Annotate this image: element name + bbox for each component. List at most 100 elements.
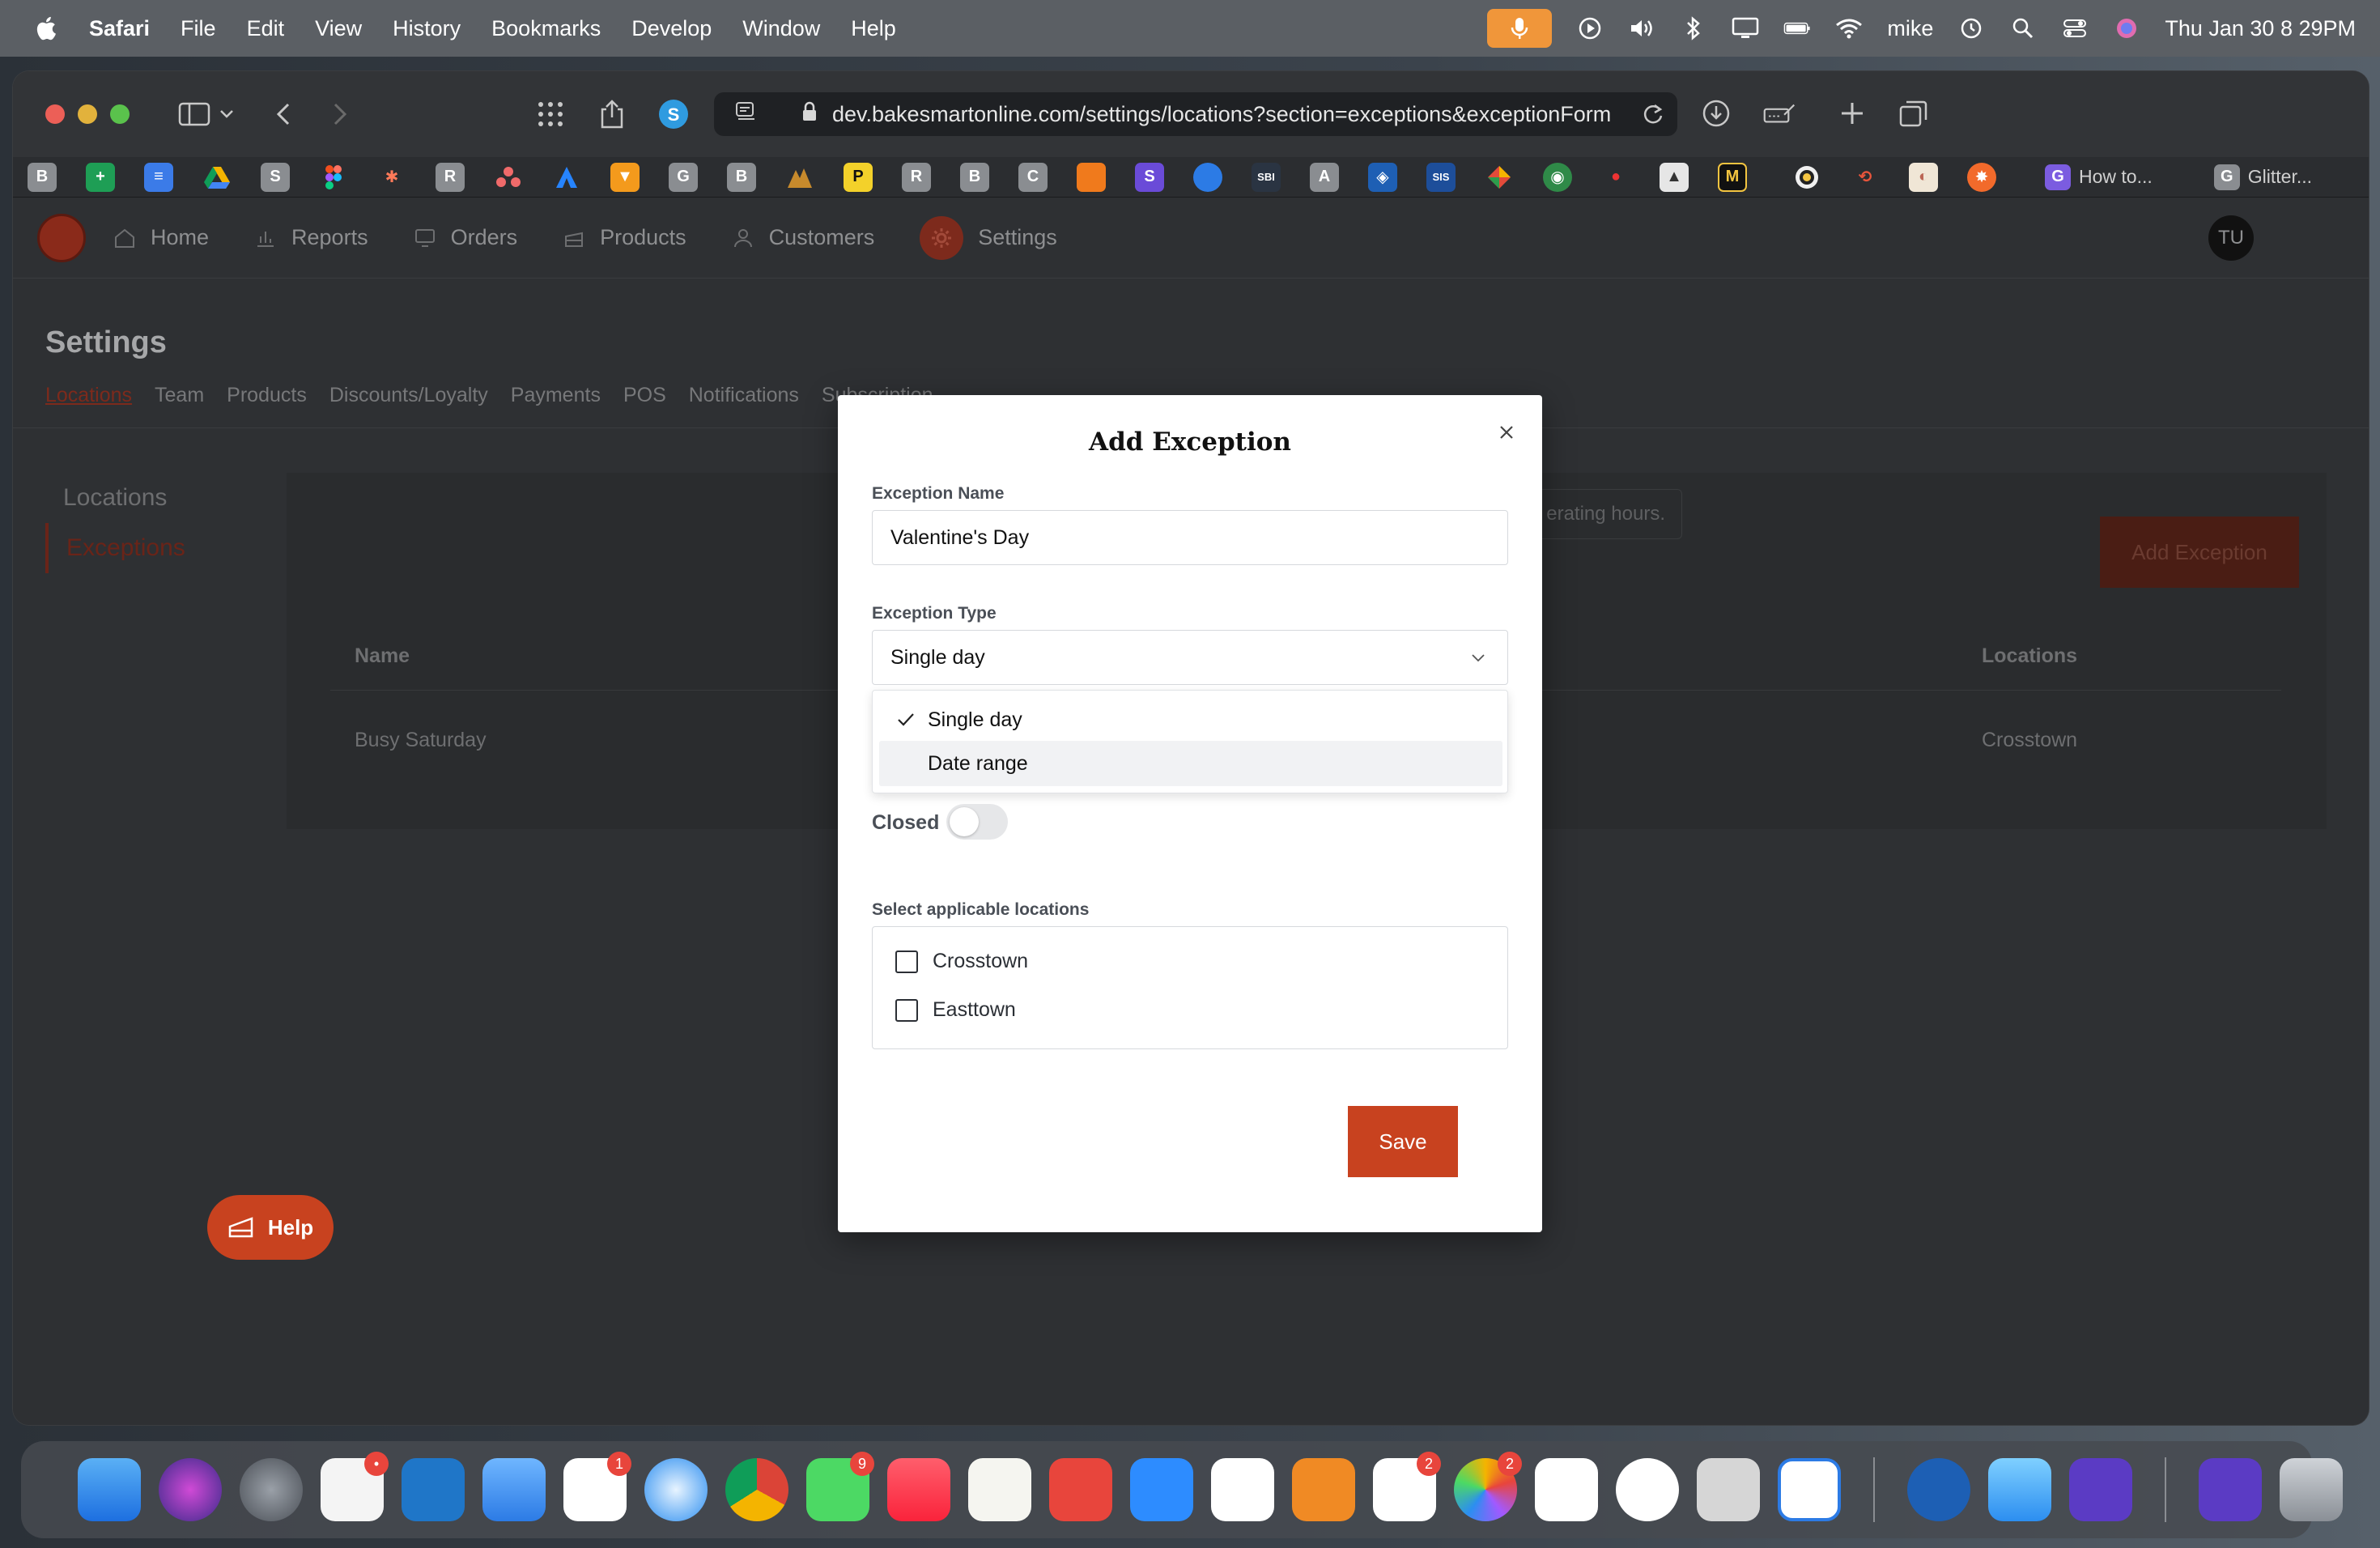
- bookmark-s2-icon[interactable]: S: [1135, 162, 1164, 192]
- bookmark-g-icon[interactable]: G: [669, 162, 698, 192]
- spotlight-search-icon[interactable]: [2009, 16, 2037, 40]
- downloads-icon[interactable]: [1700, 97, 1732, 130]
- wifi-icon[interactable]: [1835, 16, 1863, 40]
- zoom-icon[interactable]: [1130, 1458, 1193, 1521]
- closed-toggle[interactable]: [946, 804, 1008, 840]
- bookmark-target-icon[interactable]: [1792, 163, 1821, 192]
- bookmark-sbi-icon[interactable]: SBI: [1252, 162, 1281, 192]
- tab-notifications[interactable]: Notifications: [689, 384, 799, 407]
- exception-type-select[interactable]: Single day: [872, 630, 1508, 685]
- anydesk-icon[interactable]: [1049, 1458, 1112, 1521]
- bookmark-r2-icon[interactable]: R: [902, 162, 931, 192]
- address-bar[interactable]: dev.bakesmartonline.com/settings/locatio…: [714, 92, 1677, 136]
- siri-icon[interactable]: [2113, 16, 2140, 40]
- bookmark-r-icon[interactable]: R: [436, 162, 465, 192]
- bookmark-tab-glitter[interactable]: G Glitter...: [2213, 164, 2312, 190]
- bookmark-blue-circle-icon[interactable]: [1193, 162, 1222, 192]
- messages-icon[interactable]: 9: [806, 1452, 874, 1521]
- volume-icon[interactable]: [1628, 16, 1655, 40]
- bookmark-tab-how-to[interactable]: G How to...: [2045, 164, 2153, 190]
- help-button[interactable]: Help: [207, 1195, 334, 1260]
- tab-pos[interactable]: POS: [623, 384, 666, 407]
- bookmark-b-icon[interactable]: B: [28, 162, 57, 192]
- bookmark-a-icon[interactable]: A: [1310, 162, 1339, 192]
- bookmark-hubspot-icon[interactable]: ✱: [377, 163, 406, 192]
- exception-name-input[interactable]: Valentine's Day: [872, 510, 1508, 565]
- reload-icon[interactable]: [1642, 103, 1664, 131]
- user-name[interactable]: mike: [1887, 16, 1933, 41]
- system-settings-icon[interactable]: [240, 1458, 303, 1521]
- avatar[interactable]: TU: [2208, 215, 2254, 261]
- menu-help[interactable]: Help: [851, 16, 896, 41]
- url-text[interactable]: dev.bakesmartonline.com/settings/locatio…: [832, 102, 1658, 127]
- linear-icon[interactable]: [1211, 1458, 1274, 1521]
- tab-locations[interactable]: Locations: [45, 384, 132, 407]
- reminders-icon[interactable]: 2: [1373, 1452, 1441, 1521]
- chevron-down-icon[interactable]: [210, 98, 243, 130]
- battery-icon[interactable]: [1783, 16, 1811, 40]
- testflight-icon[interactable]: [1988, 1458, 2051, 1521]
- tab-overview-icon[interactable]: [1898, 97, 1930, 130]
- tab-discounts-loyalty[interactable]: Discounts/Loyalty: [329, 384, 488, 407]
- bookmark-brave-icon[interactable]: ▼: [610, 162, 640, 192]
- back-icon[interactable]: [267, 98, 300, 130]
- mail-icon[interactable]: [482, 1458, 546, 1521]
- option-single-day[interactable]: Single day: [879, 697, 1502, 742]
- share-icon[interactable]: [596, 98, 628, 130]
- calendar-icon[interactable]: 1: [563, 1452, 631, 1521]
- bookmark-apple-red-icon[interactable]: ●: [1601, 163, 1630, 192]
- close-icon[interactable]: [1494, 419, 1519, 445]
- sidebar-item-exceptions[interactable]: Exceptions: [45, 523, 272, 573]
- save-button[interactable]: Save: [1348, 1106, 1458, 1177]
- g-document-icon[interactable]: [2199, 1458, 2262, 1521]
- bookmark-c-icon[interactable]: C: [1018, 162, 1048, 192]
- nav-reports[interactable]: Reports: [254, 225, 368, 250]
- siri-dock-icon[interactable]: [159, 1458, 222, 1521]
- bookmark-doc-icon[interactable]: ▲: [1660, 162, 1689, 192]
- 1password-icon[interactable]: [1907, 1458, 1970, 1521]
- g-app-icon[interactable]: [2069, 1458, 2132, 1521]
- iphone-mirroring-icon[interactable]: [1697, 1458, 1760, 1521]
- time-machine-icon[interactable]: [1957, 16, 1985, 40]
- menu-window[interactable]: Window: [742, 16, 820, 41]
- chrome-icon[interactable]: [725, 1458, 788, 1521]
- safari-icon[interactable]: [644, 1458, 708, 1521]
- bookmark-sheets-icon[interactable]: +: [86, 162, 115, 192]
- bookmark-chase-icon[interactable]: ◈: [1368, 162, 1397, 192]
- add-exception-button[interactable]: Add Exception: [2100, 517, 2299, 588]
- minimize-window-button[interactable]: [78, 104, 97, 124]
- bookmark-atlassian-icon[interactable]: [552, 163, 581, 192]
- bookmark-s-icon[interactable]: S: [261, 162, 290, 192]
- forward-icon[interactable]: [324, 98, 356, 130]
- bookmark-p-icon[interactable]: P: [844, 162, 873, 192]
- location-option-easttown[interactable]: Easttown: [895, 998, 1016, 1022]
- r-app-icon[interactable]: [1778, 1458, 1841, 1521]
- menu-edit[interactable]: Edit: [247, 16, 285, 41]
- menu-file[interactable]: File: [181, 16, 216, 41]
- tab-overview-grid-icon[interactable]: [534, 98, 567, 130]
- tab-team[interactable]: Team: [155, 384, 204, 407]
- menu-view[interactable]: View: [315, 16, 362, 41]
- bookmark-docs-icon[interactable]: ≡: [144, 162, 173, 192]
- bluetooth-icon[interactable]: [1680, 16, 1707, 40]
- menu-bookmarks[interactable]: Bookmarks: [491, 16, 601, 41]
- apple-logo-icon[interactable]: [32, 14, 62, 43]
- markup-icon[interactable]: [1763, 97, 1796, 130]
- play-icon[interactable]: [1576, 16, 1604, 40]
- display-icon[interactable]: [1732, 16, 1759, 40]
- bookmark-sis-icon[interactable]: SIS: [1426, 162, 1456, 192]
- control-center-icon[interactable]: [2061, 16, 2089, 40]
- finder-icon[interactable]: [78, 1458, 141, 1521]
- new-tab-icon[interactable]: [1836, 97, 1868, 130]
- tab-products[interactable]: Products: [227, 384, 307, 407]
- bookmark-m-icon[interactable]: M: [1718, 162, 1747, 192]
- nav-home[interactable]: Home: [113, 225, 209, 250]
- nav-orders[interactable]: Orders: [414, 225, 517, 250]
- bookmark-orange-icon[interactable]: [1077, 162, 1106, 192]
- sidebar-toggle-icon[interactable]: [178, 98, 210, 130]
- bakesmart-logo-icon[interactable]: [37, 213, 86, 262]
- bookmark-craft-icon[interactable]: ◐: [1909, 162, 1938, 192]
- trello-icon[interactable]: [402, 1458, 465, 1521]
- bookmark-star-icon[interactable]: ✸: [1967, 162, 1996, 192]
- textedit-icon[interactable]: [968, 1458, 1031, 1521]
